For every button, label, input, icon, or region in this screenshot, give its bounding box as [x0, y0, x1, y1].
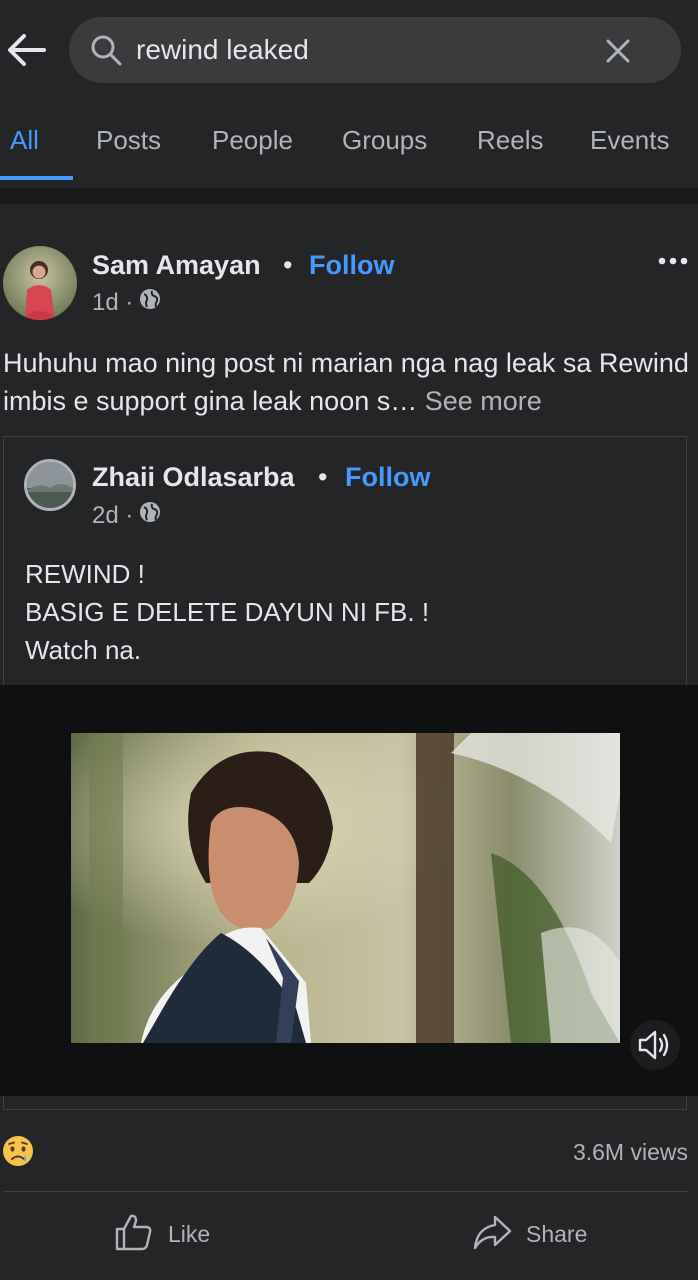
sad-reaction-icon[interactable]: [2, 1135, 34, 1167]
post-body: Huhuhu mao ning post ni marian nga nag l…: [3, 348, 689, 416]
globe-icon: [139, 288, 161, 318]
section-divider: [0, 188, 698, 204]
video-frame[interactable]: [71, 733, 620, 1043]
separator-dot: •: [318, 462, 328, 492]
tab-all[interactable]: All: [10, 122, 39, 158]
shared-post-line: REWIND !: [25, 559, 145, 589]
search-icon: [89, 33, 123, 67]
shared-post-line: Watch na.: [25, 635, 142, 665]
view-count: 3.6M views: [572, 1139, 688, 1165]
shared-post-line: BASIG E DELETE DAYUN NI FB. !: [25, 597, 430, 627]
post-meta: 1d ·: [92, 288, 161, 318]
shared-follow-button[interactable]: Follow: [345, 460, 430, 494]
shared-post-time: 2d ·: [92, 502, 134, 529]
shared-post-meta: 2d ·: [92, 501, 161, 531]
tab-reels[interactable]: Reels: [477, 122, 543, 158]
see-more-link[interactable]: See more: [425, 386, 542, 416]
search-query-text[interactable]: rewind leaked: [136, 31, 309, 69]
back-arrow-icon[interactable]: [6, 30, 46, 70]
like-label: Like: [168, 1220, 211, 1247]
share-button[interactable]: Share: [472, 1210, 587, 1258]
actions-divider: [3, 1191, 689, 1192]
tab-posts[interactable]: Posts: [96, 122, 161, 158]
clear-search-icon[interactable]: [598, 31, 638, 71]
tab-people[interactable]: People: [212, 122, 293, 158]
shared-author-avatar[interactable]: [24, 459, 76, 511]
tab-groups[interactable]: Groups: [342, 122, 427, 158]
follow-button[interactable]: Follow: [309, 248, 394, 282]
author-name[interactable]: Sam Amayan: [92, 248, 261, 282]
author-avatar[interactable]: [3, 246, 77, 320]
more-options-icon[interactable]: [652, 248, 692, 274]
tab-events[interactable]: Events: [590, 122, 670, 158]
thumbs-up-icon: [114, 1212, 154, 1257]
post-time: 1d ·: [92, 289, 134, 316]
active-tab-indicator: [0, 176, 73, 180]
volume-icon[interactable]: [630, 1020, 680, 1070]
globe-icon: [139, 501, 161, 531]
shared-author-name[interactable]: Zhaii Odlasarba: [92, 460, 295, 494]
post-text: Huhuhu mao ning post ni marian nga nag l…: [3, 344, 693, 420]
share-icon: [472, 1212, 512, 1257]
separator-dot: •: [283, 250, 293, 280]
share-label: Share: [526, 1220, 588, 1247]
like-button[interactable]: Like: [114, 1210, 210, 1258]
